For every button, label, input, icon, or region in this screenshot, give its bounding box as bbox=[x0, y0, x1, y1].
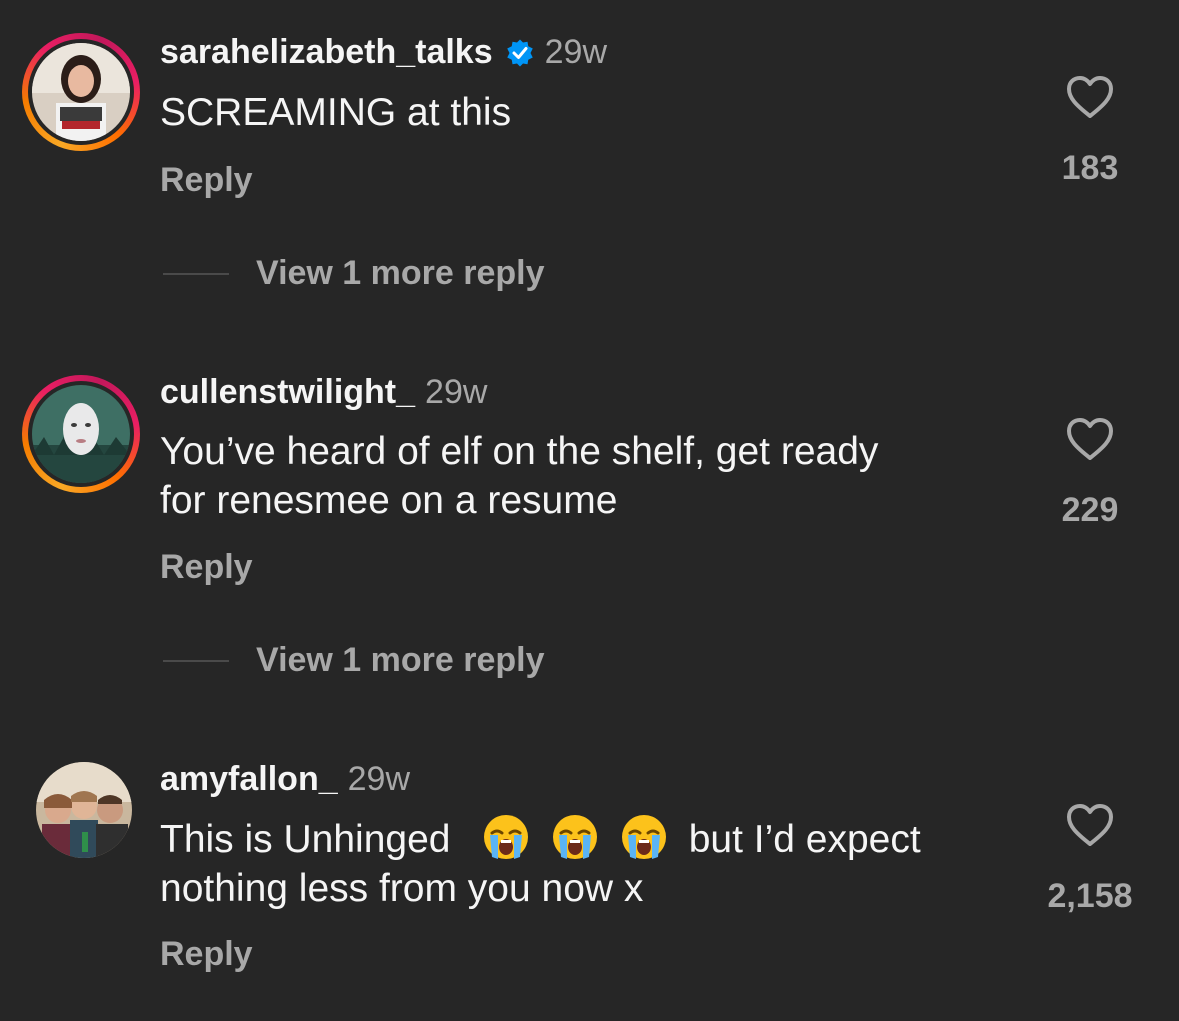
comment-text: This is Unhinged but I’d expect nothing … bbox=[160, 813, 1020, 913]
loudly-crying-face-icon bbox=[553, 815, 598, 859]
like-column: 183 bbox=[1035, 75, 1145, 188]
view-more-label: View 1 more reply bbox=[256, 254, 545, 292]
timestamp: 29w bbox=[347, 760, 410, 798]
timestamp: 29w bbox=[544, 33, 607, 71]
avatar[interactable] bbox=[22, 33, 140, 151]
comment-text-line: You’ve heard of elf on the shelf, get re… bbox=[160, 430, 879, 473]
verified-badge-icon bbox=[506, 39, 533, 66]
like-count: 183 bbox=[1061, 149, 1119, 187]
timestamp: 29w bbox=[425, 373, 488, 411]
heart-icon[interactable] bbox=[1066, 803, 1114, 847]
comment-header: sarahelizabeth_talks 29w bbox=[160, 33, 607, 72]
heart-icon[interactable] bbox=[1066, 75, 1114, 119]
comment-text-segment: This is Unhinged bbox=[160, 818, 451, 861]
divider-line bbox=[163, 272, 229, 275]
like-column: 229 bbox=[1035, 417, 1145, 530]
divider-line bbox=[163, 659, 229, 662]
like-count: 2,158 bbox=[1047, 877, 1133, 915]
comment-header: cullenstwilight_ 29w bbox=[160, 373, 487, 412]
comment-text: SCREAMING at this bbox=[160, 91, 512, 134]
avatar-ring-gap bbox=[28, 39, 134, 145]
view-more-replies-button[interactable]: View 1 more reply bbox=[163, 641, 545, 680]
reply-button[interactable]: Reply bbox=[160, 548, 253, 587]
like-count: 229 bbox=[1061, 491, 1119, 529]
avatar-ring-gap bbox=[28, 381, 134, 487]
loudly-crying-face-icon bbox=[621, 815, 666, 859]
avatar[interactable] bbox=[36, 762, 132, 858]
heart-icon[interactable] bbox=[1066, 417, 1114, 461]
comment-text-segment: but I’d expect bbox=[688, 818, 921, 861]
like-column: 2,158 bbox=[1035, 803, 1145, 916]
avatar-image bbox=[36, 762, 132, 858]
username[interactable]: cullenstwilight_ bbox=[160, 373, 415, 412]
username[interactable]: sarahelizabeth_talks bbox=[160, 33, 493, 72]
comment-text-line: This is Unhinged but I’d expect bbox=[160, 813, 1020, 864]
loudly-crying-face-icon bbox=[484, 815, 529, 859]
comment-text-line: nothing less from you now x bbox=[160, 867, 644, 910]
reply-button[interactable]: Reply bbox=[160, 935, 253, 974]
comment-header: amyfallon_ 29w bbox=[160, 760, 410, 799]
view-more-replies-button[interactable]: View 1 more reply bbox=[163, 254, 545, 293]
comment-text-line: for renesmee on a resume bbox=[160, 479, 618, 522]
view-more-label: View 1 more reply bbox=[256, 641, 545, 679]
comment-text: You’ve heard of elf on the shelf, get re… bbox=[160, 427, 980, 525]
reply-button[interactable]: Reply bbox=[160, 161, 253, 200]
username[interactable]: amyfallon_ bbox=[160, 760, 338, 799]
avatar[interactable] bbox=[22, 375, 140, 493]
avatar-image bbox=[32, 385, 130, 483]
avatar-image bbox=[32, 43, 130, 141]
